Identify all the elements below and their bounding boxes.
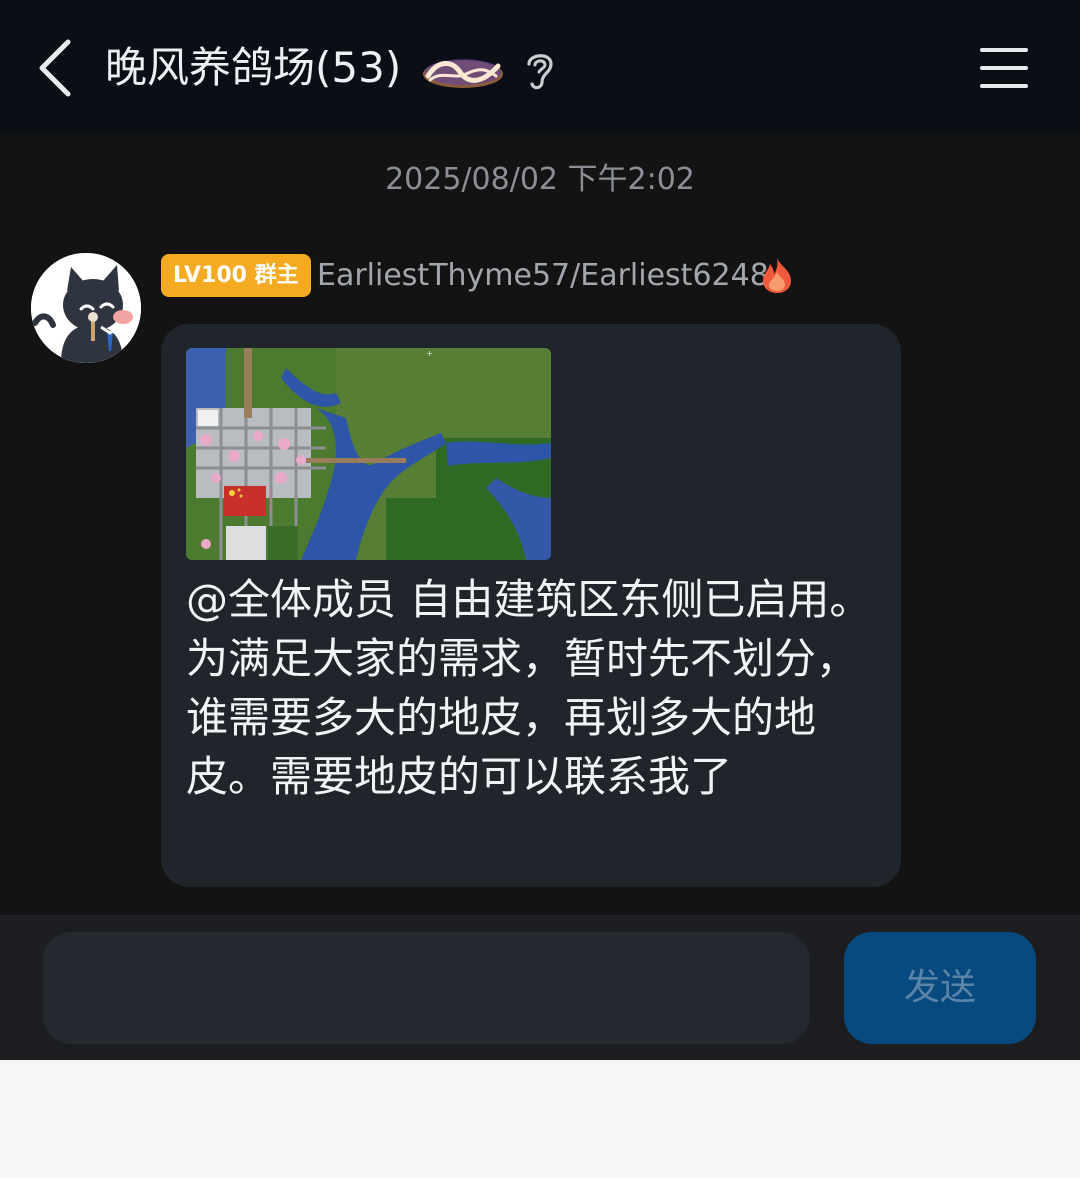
back-button[interactable] — [28, 30, 88, 106]
send-button[interactable]: 发送 — [844, 932, 1036, 1044]
message-input[interactable] — [43, 932, 810, 1044]
top-bar: 晚风养鸽场(53) — [0, 0, 1080, 135]
avatar[interactable] — [31, 253, 141, 363]
group-title: 晚风养鸽场(53) — [105, 43, 402, 92]
bottom-area — [0, 1060, 1080, 1178]
chevron-left-icon — [39, 39, 71, 97]
message-timestamp: 2025/08/02 下午2:02 — [385, 162, 695, 197]
level-badge: LV100 群主 — [161, 254, 311, 297]
ear-mode-button[interactable] — [520, 48, 560, 92]
que-sera-logo — [420, 50, 506, 94]
svg-text:+: + — [426, 349, 433, 358]
composer: 发送 — [0, 915, 1080, 1060]
message-image[interactable]: + — [186, 348, 551, 560]
message-text: @全体成员 自由建筑区东侧已启用。为满足大家的需求，暂时先不划分，谁需要多大的地… — [186, 575, 872, 801]
fire-icon — [760, 256, 794, 294]
sender-username[interactable]: EarliestThyme57/Earliest6248 — [317, 255, 769, 297]
menu-button[interactable] — [974, 44, 1034, 92]
ear-icon — [527, 54, 553, 90]
message-bubble[interactable]: + @全体成员 自由建筑区东侧已启用。为满足大家的需求，暂时先不划分，谁需要多大… — [161, 324, 901, 887]
hamburger-menu-icon — [980, 48, 1028, 88]
chat-screen: 晚风养鸽场(53) 2025/08/02 下午2:02 LV100 群主 Ear… — [0, 0, 1080, 1060]
